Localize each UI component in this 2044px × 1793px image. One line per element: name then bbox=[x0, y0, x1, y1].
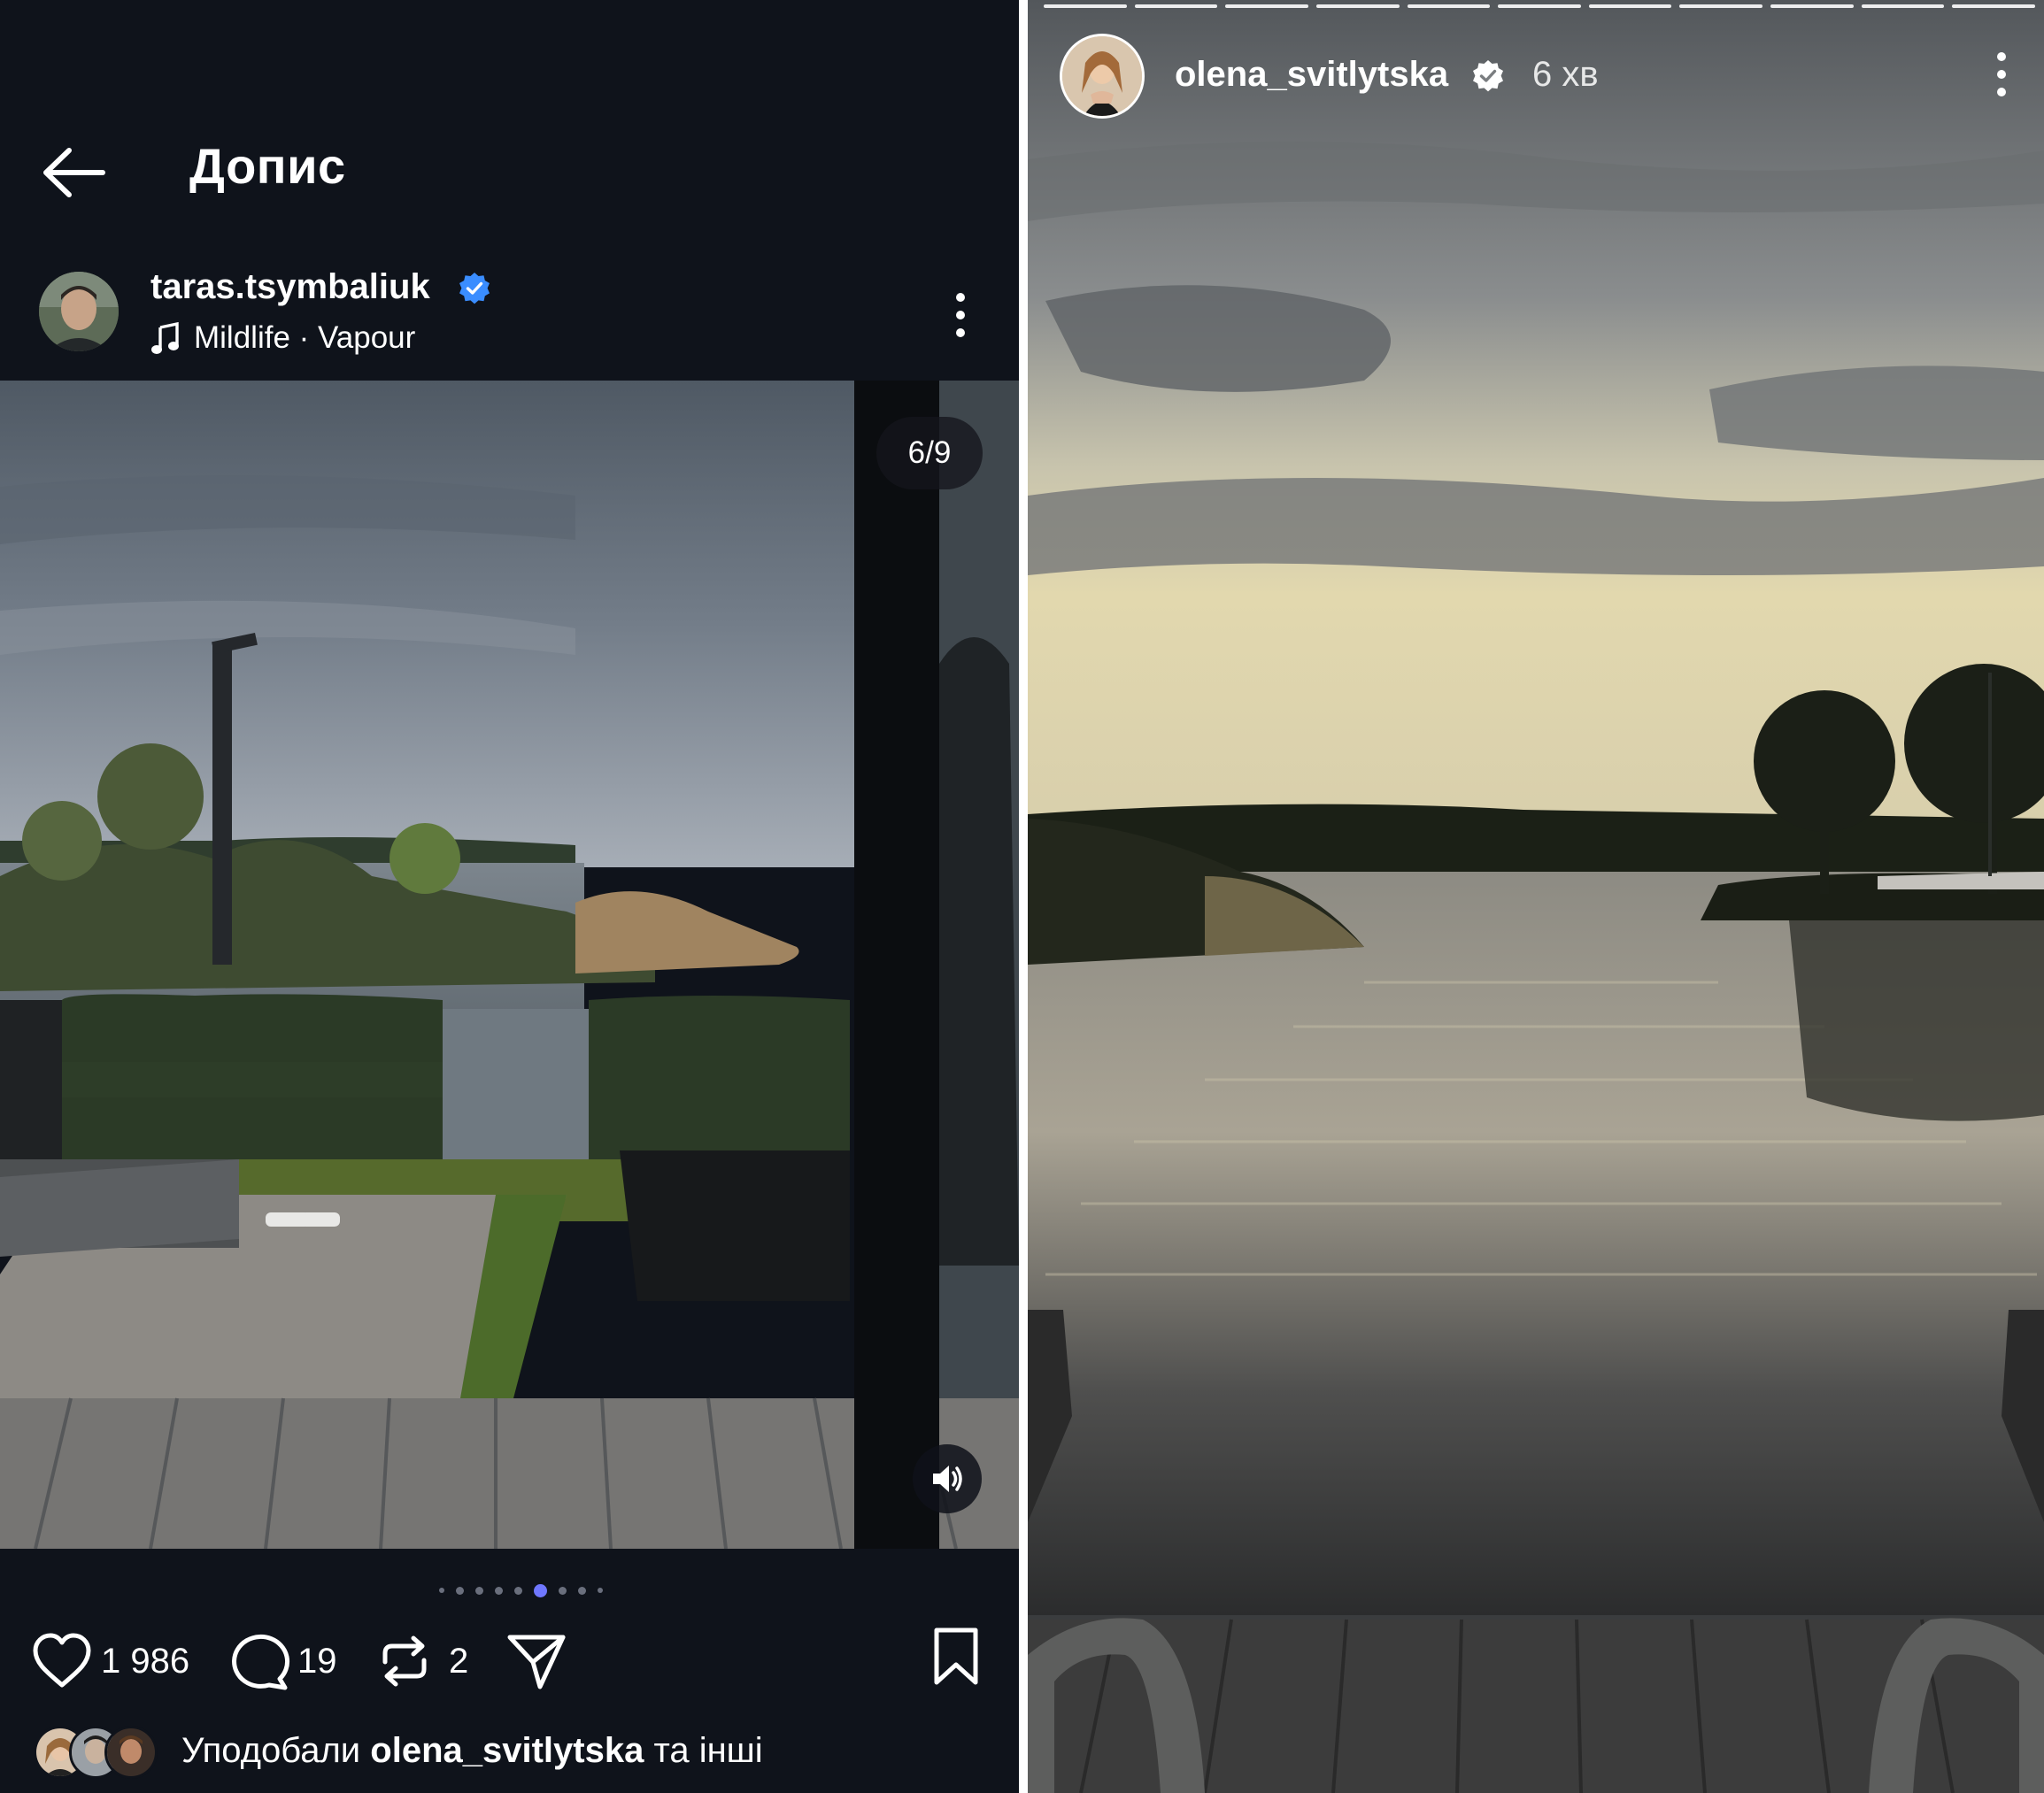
liker-avatar bbox=[104, 1726, 158, 1779]
panel-divider bbox=[1019, 0, 1028, 1793]
story-progress-segment bbox=[1679, 4, 1763, 8]
liked-by-suffix: та інші bbox=[653, 1731, 763, 1770]
liked-by-prefix: Уподобали bbox=[181, 1731, 361, 1770]
save-button[interactable] bbox=[929, 1626, 983, 1688]
story-progress-segment bbox=[1588, 4, 1672, 8]
avatar-image bbox=[39, 272, 119, 351]
carousel-dot bbox=[534, 1583, 547, 1597]
lake-terrace-image bbox=[0, 381, 1019, 1549]
send-icon bbox=[507, 1635, 566, 1689]
heart-icon bbox=[33, 1633, 91, 1688]
liked-by-user[interactable]: olena_svitlytska bbox=[370, 1731, 644, 1770]
post-photo[interactable] bbox=[0, 381, 1019, 1549]
bookmark-icon bbox=[934, 1628, 978, 1685]
carousel-dot bbox=[559, 1586, 567, 1595]
song-label[interactable]: Mildlife · Vapour bbox=[194, 320, 415, 356]
author-avatar[interactable] bbox=[39, 272, 119, 351]
story-panel[interactable]: olena_svitlytska 6 хв bbox=[1028, 0, 2044, 1793]
story-progress bbox=[1044, 4, 2036, 9]
story-progress-segment bbox=[1861, 4, 1945, 8]
carousel-dot bbox=[475, 1586, 483, 1595]
back-button[interactable] bbox=[39, 142, 110, 204]
story-progress-segment bbox=[1952, 4, 2036, 8]
story-progress-segment bbox=[1134, 4, 1218, 8]
share-button[interactable] bbox=[505, 1628, 568, 1694]
page-title: Допис bbox=[189, 138, 346, 194]
story-progress-segment bbox=[1407, 4, 1491, 8]
avatar-image bbox=[1062, 36, 1142, 116]
carousel-indicator bbox=[439, 1581, 603, 1599]
liked-by-avatars[interactable] bbox=[34, 1726, 158, 1779]
media-counter: 6/9 bbox=[876, 417, 983, 489]
sound-toggle-button[interactable] bbox=[913, 1444, 982, 1513]
verified-badge-icon bbox=[1473, 60, 1503, 92]
music-note-icon bbox=[151, 322, 179, 354]
carousel-dot bbox=[514, 1586, 522, 1595]
repost-icon bbox=[382, 1635, 427, 1687]
carousel-dot bbox=[598, 1588, 603, 1593]
speaker-icon bbox=[933, 1466, 962, 1492]
post-panel: Допис taras.tsymbaliuk Mildlife · Vapour bbox=[0, 0, 1019, 1793]
story-progress-segment bbox=[1770, 4, 1854, 8]
carousel-dot bbox=[439, 1588, 444, 1593]
carousel-dot bbox=[456, 1586, 464, 1595]
story-author-username[interactable]: olena_svitlytska bbox=[1175, 55, 1448, 95]
carousel-dot bbox=[578, 1586, 586, 1595]
carousel-dot bbox=[495, 1586, 503, 1595]
like-button[interactable]: 1 986 bbox=[30, 1628, 189, 1694]
liked-by-text[interactable]: Уподобали olena_svitlytska та інші bbox=[181, 1731, 763, 1771]
story-timestamp: 6 хв bbox=[1532, 55, 1599, 94]
more-vertical-icon[interactable] bbox=[1988, 50, 2015, 99]
repost-count: 2 bbox=[449, 1641, 469, 1681]
lake-sunset-image bbox=[1028, 0, 2044, 1793]
repost-button[interactable]: 2 bbox=[376, 1628, 468, 1694]
verified-badge-icon bbox=[459, 273, 490, 304]
story-author-avatar[interactable] bbox=[1060, 34, 1145, 119]
arrow-left-icon bbox=[43, 148, 105, 197]
comment-count: 19 bbox=[297, 1641, 337, 1681]
like-count: 1 986 bbox=[101, 1641, 190, 1681]
more-vertical-icon[interactable] bbox=[947, 290, 974, 340]
comment-bubble-icon bbox=[232, 1634, 290, 1690]
author-username[interactable]: taras.tsymbaliuk bbox=[150, 267, 430, 307]
story-progress-segment bbox=[1498, 4, 1581, 8]
story-progress-segment bbox=[1225, 4, 1308, 8]
story-progress-segment bbox=[1044, 4, 1127, 8]
story-progress-segment bbox=[1315, 4, 1400, 8]
comment-button[interactable]: 19 bbox=[227, 1628, 337, 1694]
